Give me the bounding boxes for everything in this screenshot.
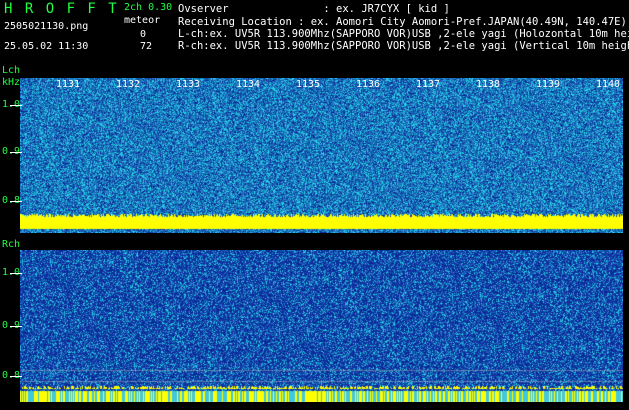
filename: 2505021130.png <box>4 21 89 32</box>
time-marker: 1134 <box>236 79 261 90</box>
lch-tick-mark <box>10 152 22 153</box>
time-marker: 1131 <box>56 79 81 90</box>
rch-tick-mark <box>10 376 22 377</box>
time-marker: 1139 <box>536 79 561 90</box>
meteor-count-rch: 72 <box>140 41 153 52</box>
mode-label: 2ch 0.30 <box>124 2 173 13</box>
time-marker: 1140 <box>596 79 621 90</box>
rch-tick-mark <box>10 326 22 327</box>
observer-line: Ovserver : ex. JR7CYX [ kid ] <box>178 3 450 15</box>
lch-unit: kHz <box>2 77 21 88</box>
lch-spectrogram <box>20 78 623 233</box>
time-marker: 1132 <box>116 79 141 90</box>
timestamp: 25.05.02 11:30 <box>4 41 89 52</box>
time-marker: 1137 <box>416 79 441 90</box>
rch-spectrogram <box>20 250 623 402</box>
rch-tick-mark <box>10 273 22 274</box>
time-marker: 1138 <box>476 79 501 90</box>
time-marker: 1135 <box>296 79 321 90</box>
location-line: Receiving Location : ex. Aomori City Aom… <box>178 16 627 28</box>
time-marker: 1133 <box>176 79 201 90</box>
lch-tick-mark <box>10 201 22 202</box>
rch-label: Rch <box>2 239 21 250</box>
lch-info-line: L-ch:ex. UV5R 113.900Mhz(SAPPORO VOR)USB… <box>178 28 629 40</box>
lch-tick-mark <box>10 105 22 106</box>
meteor-count-lch: 0 <box>140 29 147 40</box>
meteor-label: meteor <box>124 15 161 26</box>
lch-label: Lch <box>2 65 21 76</box>
time-marker: 1136 <box>356 79 381 90</box>
rch-info-line: R-ch:ex. UV5R 113.900Mhz(SAPPORO VOR)USB… <box>178 40 629 52</box>
app-title: H R O F F T <box>4 1 119 17</box>
